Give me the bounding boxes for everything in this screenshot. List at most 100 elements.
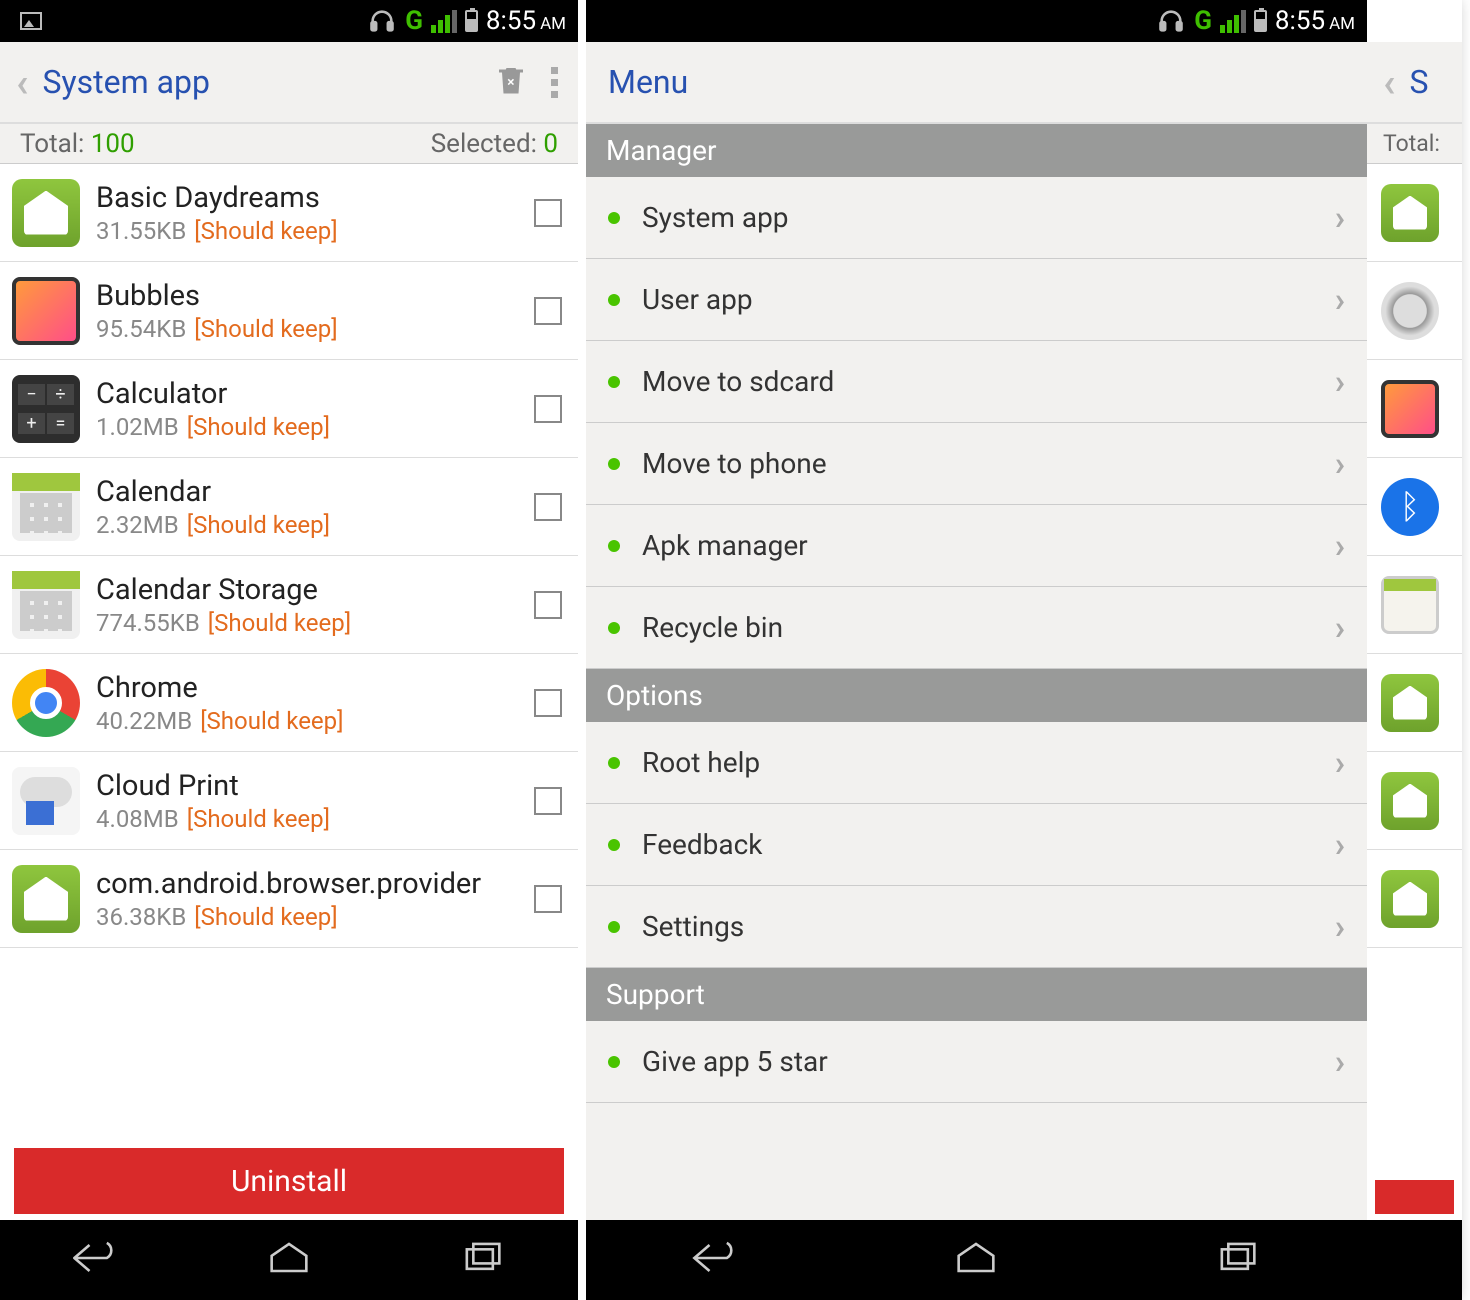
app-row[interactable]: Bubbles95.54KB[Should keep]: [0, 262, 578, 360]
background-screen-peek: ‹ S Total: ᛒ: [1367, 0, 1462, 1300]
app-checkbox[interactable]: [534, 689, 562, 717]
counter-bar: Total: 100 Selected: 0: [0, 124, 578, 164]
menu-item[interactable]: Move to phone›: [586, 423, 1367, 505]
app-row[interactable]: com.android.browser.provider36.38KB[Shou…: [0, 850, 578, 948]
network-type: G: [405, 6, 423, 36]
nav-recent-button[interactable]: [1211, 1238, 1263, 1282]
menu-item-label: Recycle bin: [642, 611, 1335, 644]
bullet-icon: [608, 921, 620, 933]
clock-ampm: AM: [1329, 14, 1355, 34]
bullet-icon: [608, 839, 620, 851]
menu-header: Menu: [586, 42, 1367, 124]
bullet-icon: [608, 376, 620, 388]
menu-item[interactable]: Root help›: [586, 722, 1367, 804]
menu-item-label: Move to sdcard: [642, 365, 1335, 398]
total-label-peek: Total:: [1383, 130, 1440, 157]
app-keep-badge: [Should keep]: [194, 315, 337, 343]
app-list[interactable]: Basic Daydreams31.55KB[Should keep]Bubbl…: [0, 164, 578, 1148]
app-keep-badge: [Should keep]: [187, 511, 330, 539]
app-name: Calculator: [96, 377, 526, 411]
chevron-right-icon: ›: [1335, 444, 1345, 484]
nav-home-button[interactable]: [950, 1238, 1002, 1282]
menu-section-header: Support: [586, 968, 1367, 1021]
back-button[interactable]: ‹: [1383, 59, 1395, 106]
overflow-menu-button[interactable]: [547, 63, 562, 102]
menu-item[interactable]: Feedback›: [586, 804, 1367, 886]
bullet-icon: [608, 622, 620, 634]
app-keep-badge: [Should keep]: [187, 413, 330, 441]
menu-item-label: Feedback: [642, 828, 1335, 861]
menu-item[interactable]: Apk manager›: [586, 505, 1367, 587]
app-row[interactable]: Calendar Storage774.55KB[Should keep]: [0, 556, 578, 654]
chevron-right-icon: ›: [1335, 825, 1345, 865]
app-row-peek[interactable]: [1367, 360, 1462, 458]
nav-recent-button[interactable]: [456, 1238, 508, 1282]
app-row-peek[interactable]: [1367, 850, 1462, 948]
app-row[interactable]: Calendar2.32MB[Should keep]: [0, 458, 578, 556]
bullet-icon: [608, 1056, 620, 1068]
status-bar: G 8:55 AM: [586, 0, 1367, 42]
bullet-icon: [608, 540, 620, 552]
menu-item-label: Give app 5 star: [642, 1045, 1335, 1078]
app-checkbox[interactable]: [534, 787, 562, 815]
chevron-right-icon: ›: [1335, 280, 1345, 320]
app-keep-badge: [Should keep]: [200, 707, 343, 735]
menu-item[interactable]: Give app 5 star›: [586, 1021, 1367, 1103]
app-size: 2.32MB: [96, 511, 179, 539]
menu-item[interactable]: Recycle bin›: [586, 587, 1367, 669]
app-keep-badge: [Should keep]: [187, 805, 330, 833]
selected-label: Selected:: [431, 129, 537, 159]
app-keep-badge: [Should keep]: [194, 217, 337, 245]
menu-item-label: Move to phone: [642, 447, 1335, 480]
app-row[interactable]: −÷+=Calculator1.02MB[Should keep]: [0, 360, 578, 458]
menu-item-label: User app: [642, 283, 1335, 316]
app-row-peek[interactable]: [1367, 262, 1462, 360]
app-header: ‹ System app: [0, 42, 578, 124]
nav-back-button[interactable]: [70, 1238, 122, 1282]
status-bar: G 8:55 AM: [0, 0, 578, 42]
total-label: Total:: [20, 129, 84, 159]
bullet-icon: [608, 757, 620, 769]
clock-ampm: AM: [540, 14, 566, 34]
app-name: Basic Daydreams: [96, 181, 526, 215]
battery-icon: [465, 10, 478, 32]
bullet-icon: [608, 212, 620, 224]
app-checkbox[interactable]: [534, 297, 562, 325]
app-name: Chrome: [96, 671, 526, 705]
signal-icon: [1220, 10, 1246, 33]
app-size: 1.02MB: [96, 413, 179, 441]
app-row[interactable]: Chrome40.22MB[Should keep]: [0, 654, 578, 752]
app-row[interactable]: Cloud Print4.08MB[Should keep]: [0, 752, 578, 850]
app-row-peek[interactable]: [1367, 164, 1462, 262]
nav-back-button[interactable]: [690, 1238, 742, 1282]
uninstall-button[interactable]: Uninstall: [14, 1148, 564, 1214]
app-size: 95.54KB: [96, 315, 186, 343]
signal-icon: [431, 10, 457, 33]
app-checkbox[interactable]: [534, 395, 562, 423]
nav-bar: [586, 1220, 1367, 1300]
uninstall-button-peek[interactable]: [1375, 1180, 1454, 1214]
app-checkbox[interactable]: [534, 591, 562, 619]
app-row[interactable]: Basic Daydreams31.55KB[Should keep]: [0, 164, 578, 262]
app-name: Cloud Print: [96, 769, 526, 803]
app-row-peek[interactable]: [1367, 654, 1462, 752]
chevron-right-icon: ›: [1335, 198, 1345, 238]
app-checkbox[interactable]: [534, 885, 562, 913]
menu-item[interactable]: System app›: [586, 177, 1367, 259]
nav-home-button[interactable]: [263, 1238, 315, 1282]
menu-list[interactable]: ManagerSystem app›User app›Move to sdcar…: [586, 124, 1367, 1220]
chevron-right-icon: ›: [1335, 743, 1345, 783]
app-checkbox[interactable]: [534, 493, 562, 521]
total-value: 100: [91, 129, 135, 159]
app-checkbox[interactable]: [534, 199, 562, 227]
menu-item[interactable]: Settings›: [586, 886, 1367, 968]
back-button[interactable]: ‹: [16, 59, 28, 106]
menu-item[interactable]: Move to sdcard›: [586, 341, 1367, 423]
menu-item[interactable]: User app›: [586, 259, 1367, 341]
app-row-peek[interactable]: [1367, 556, 1462, 654]
image-icon: [20, 12, 42, 30]
trash-button[interactable]: [493, 62, 529, 102]
app-row-peek[interactable]: [1367, 752, 1462, 850]
app-keep-badge: [Should keep]: [208, 609, 351, 637]
app-row-peek[interactable]: ᛒ: [1367, 458, 1462, 556]
